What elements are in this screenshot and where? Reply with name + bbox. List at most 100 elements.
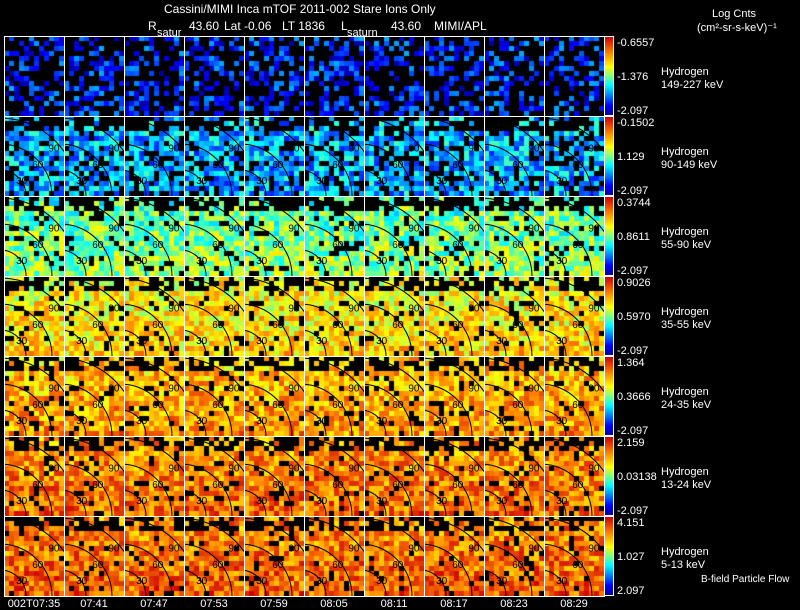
energy-range-label: 35-55 keV bbox=[661, 319, 712, 331]
contour-label: 30 bbox=[196, 496, 208, 507]
image-panel-row1-col10 bbox=[544, 36, 604, 116]
time-label: 08:23 bbox=[500, 598, 528, 610]
colorbar-cmid-label: 0.3666 bbox=[617, 391, 651, 403]
time-label: 07:47 bbox=[140, 598, 168, 610]
contour-label: 30 bbox=[376, 256, 388, 267]
energy-band-label: Hydrogen 149-227 keV bbox=[661, 66, 723, 92]
contour-label: 30 bbox=[196, 176, 208, 187]
image-panel-row1-col7 bbox=[364, 36, 424, 116]
colorbar-cmid-label: 0.8611 bbox=[617, 231, 650, 243]
contour-label: 30 bbox=[256, 576, 268, 587]
contour-arc-60 bbox=[124, 463, 173, 516]
contour-label: 60 bbox=[92, 240, 104, 251]
contour-arc-60 bbox=[484, 543, 533, 596]
contour-label: 90 bbox=[108, 144, 120, 155]
panel-divider bbox=[64, 36, 65, 597]
image-panel-row1-col9 bbox=[484, 36, 544, 116]
image-panel-row6-col2: 30 60 90 bbox=[64, 436, 124, 516]
energy-range-label: 5-13 keV bbox=[661, 559, 706, 571]
contour-label: 30 bbox=[196, 416, 208, 427]
contour-label: 60 bbox=[32, 480, 44, 491]
time-label: 07:53 bbox=[200, 598, 228, 610]
subtitle-credit: MIMI/APL bbox=[434, 19, 487, 33]
contour-arc-60 bbox=[244, 383, 293, 436]
time-label: 07:41 bbox=[80, 598, 108, 610]
image-panel-row4-col4: 30 60 90 bbox=[184, 276, 244, 356]
image-panel-row1-col3 bbox=[124, 36, 184, 116]
contour-label: 60 bbox=[512, 320, 524, 331]
subtitle-r-value: 43.60 bbox=[189, 19, 220, 33]
image-panel-row5-col5: 30 60 90 bbox=[244, 356, 304, 436]
species-label: Hydrogen bbox=[661, 146, 709, 158]
contour-label: 90 bbox=[168, 224, 180, 235]
contour-label: 30 bbox=[436, 576, 448, 587]
contour-arc-60 bbox=[304, 383, 353, 436]
contour-label: 30 bbox=[76, 416, 88, 427]
contour-label: 30 bbox=[196, 256, 208, 267]
contour-label: 60 bbox=[92, 160, 104, 171]
contour-arc-60 bbox=[124, 383, 173, 436]
contour-arc-60 bbox=[64, 383, 113, 436]
image-panel-row3-col10: 30 60 90 bbox=[544, 196, 604, 276]
contour-label: 60 bbox=[332, 480, 344, 491]
contour-label: 90 bbox=[48, 544, 60, 555]
species-label: Hydrogen bbox=[661, 466, 709, 478]
contour-label: 60 bbox=[572, 400, 584, 411]
contour-arc-60 bbox=[484, 303, 533, 356]
contour-label: 60 bbox=[32, 160, 44, 171]
colorbar-cmax-label: 4.151 bbox=[617, 517, 645, 529]
image-panel-row3-col1: 30 60 90 bbox=[4, 196, 64, 276]
colorbar-cmin-label: 2.097 bbox=[617, 585, 645, 597]
colorbar-cmin-label: -2.097 bbox=[617, 265, 649, 277]
time-label: 08:17 bbox=[440, 598, 468, 610]
panel-divider bbox=[604, 36, 605, 597]
contour-label: 30 bbox=[136, 256, 148, 267]
contour-label: 60 bbox=[212, 240, 224, 251]
contour-arc-60 bbox=[304, 223, 353, 276]
contour-label: 90 bbox=[48, 464, 60, 475]
contour-label: 90 bbox=[468, 304, 480, 315]
contour-label: 30 bbox=[496, 256, 508, 267]
contour-arc-60 bbox=[124, 223, 173, 276]
panel-divider bbox=[4, 516, 604, 517]
image-panel-row4-col7: 30 60 90 bbox=[364, 276, 424, 356]
image-panel-row3-col7: 30 60 90 bbox=[364, 196, 424, 276]
colorbar-cmin-label: -2.097 bbox=[617, 185, 649, 197]
footer-note: B-field Particle Flow bbox=[701, 574, 790, 585]
panel-divider bbox=[4, 436, 604, 437]
contour-label: 30 bbox=[256, 336, 268, 347]
image-panel-row3-col2: 30 60 90 bbox=[64, 196, 124, 276]
contour-label: 60 bbox=[452, 400, 464, 411]
contour-label: 30 bbox=[76, 336, 88, 347]
contour-arc-60 bbox=[4, 223, 53, 276]
contour-label: 60 bbox=[32, 240, 44, 251]
contour-label: 90 bbox=[528, 544, 540, 555]
contour-label: 90 bbox=[48, 224, 60, 235]
contour-label: 90 bbox=[348, 224, 360, 235]
contour-arc-60 bbox=[364, 143, 413, 196]
contour-label: 90 bbox=[108, 224, 120, 235]
species-label: Hydrogen bbox=[661, 546, 709, 558]
colorbar-row1 bbox=[604, 36, 614, 116]
contour-arc-60 bbox=[64, 143, 113, 196]
image-panel-row2-col9: 30 60 90 bbox=[484, 116, 544, 196]
contour-arc-60 bbox=[184, 303, 233, 356]
contour-arc-60 bbox=[244, 543, 293, 596]
panel-divider bbox=[4, 596, 604, 597]
contour-arc-60 bbox=[364, 303, 413, 356]
contour-label: 60 bbox=[272, 560, 284, 571]
contour-label: 30 bbox=[256, 496, 268, 507]
contour-label: 30 bbox=[436, 176, 448, 187]
contour-arc-60 bbox=[4, 543, 53, 596]
contour-label: 30 bbox=[496, 496, 508, 507]
panel-divider bbox=[4, 116, 604, 117]
contour-label: 90 bbox=[168, 464, 180, 475]
contour-label: 30 bbox=[316, 576, 328, 587]
species-label: Hydrogen bbox=[661, 226, 709, 238]
contour-label: 30 bbox=[556, 256, 568, 267]
contour-label: 30 bbox=[136, 576, 148, 587]
contour-label: 60 bbox=[512, 400, 524, 411]
contour-arc-60 bbox=[124, 303, 173, 356]
contour-label: 30 bbox=[136, 496, 148, 507]
image-panel-row1-col6 bbox=[304, 36, 364, 116]
